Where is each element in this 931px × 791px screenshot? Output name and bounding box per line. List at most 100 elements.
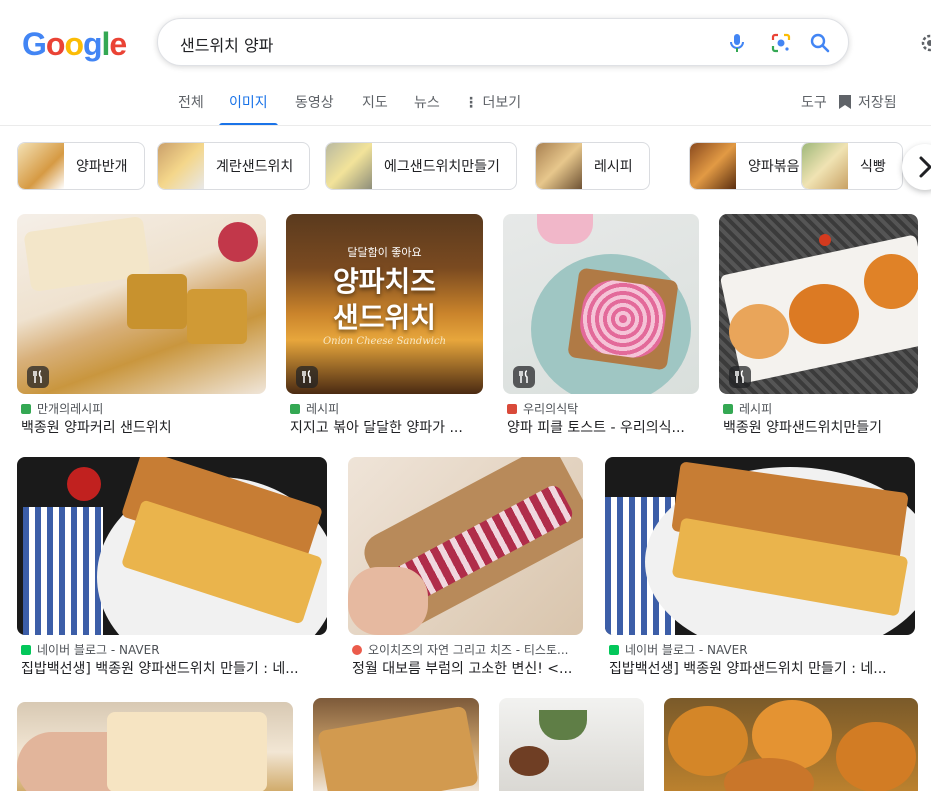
result-thumbnail: [17, 214, 266, 394]
result-title[interactable]: 백종원 양파커리 샌드위치: [21, 417, 266, 437]
recipe-icon: [27, 366, 49, 388]
gear-icon[interactable]: [918, 31, 931, 55]
site-favicon: [290, 403, 300, 414]
result-thumbnail: [17, 702, 293, 791]
result-source: 레시피: [723, 400, 772, 417]
camera-lens-icon[interactable]: [769, 31, 793, 55]
search-box[interactable]: 샌드위치 양파: [157, 18, 849, 66]
source-name: 네이버 블로그 - NAVER: [625, 643, 748, 657]
result-title[interactable]: 지지고 볶아 달달한 양파가 ...: [290, 417, 483, 437]
overlay-caption: 달달함이 좋아요: [347, 246, 422, 259]
more-vert-icon: ⋮: [464, 95, 478, 111]
image-result[interactable]: 달달함이 좋아요 양파치즈 샌드위치 Onion Cheese Sandwich…: [286, 214, 483, 439]
result-source: 우리의식탁: [507, 400, 578, 417]
result-source: 네이버 블로그 - NAVER: [21, 641, 160, 658]
source-name: 레시피: [306, 402, 340, 416]
result-thumbnail: [313, 698, 479, 791]
chip-stir-fried-onion[interactable]: 양파볶음: [689, 142, 817, 190]
result-source: 레시피: [290, 400, 339, 417]
mic-icon[interactable]: [725, 31, 749, 55]
result-title[interactable]: 집밥백선생] 백종원 양파샌드위치 만들기 : 네...: [21, 658, 327, 678]
logo-letter: G: [22, 26, 47, 62]
source-name: 우리의식탁: [523, 402, 579, 416]
tab-videos[interactable]: 동영상: [295, 92, 334, 126]
result-thumbnail: [17, 457, 327, 635]
result-title[interactable]: 백종원 양파샌드위치만들기: [723, 417, 918, 437]
overlay-title: 샌드위치: [332, 301, 437, 334]
google-logo[interactable]: Google: [22, 26, 127, 63]
tab-all[interactable]: 전체: [178, 92, 204, 126]
image-result[interactable]: [313, 698, 479, 791]
recipe-icon: [729, 366, 751, 388]
tab-news[interactable]: 뉴스: [414, 92, 440, 126]
chip-egg-sandwich[interactable]: 계란샌드위치: [157, 142, 311, 190]
saved-button[interactable]: 저장됨: [838, 92, 897, 112]
logo-letter: o: [45, 26, 66, 62]
chip-thumbnail: [802, 143, 848, 189]
chip-thumbnail: [536, 143, 582, 189]
source-name: 만개의레시피: [37, 402, 104, 416]
chips-next-button[interactable]: [902, 144, 931, 190]
result-thumbnail: [664, 698, 918, 791]
source-name: 네이버 블로그 - NAVER: [37, 643, 160, 657]
result-source: 만개의레시피: [21, 400, 103, 417]
source-name: 레시피: [739, 402, 773, 416]
chip-label: 식빵: [860, 159, 886, 175]
chip-label: 레시피: [594, 159, 633, 175]
recipe-icon: [513, 366, 535, 388]
chip-bread[interactable]: 식빵: [801, 142, 903, 190]
result-title[interactable]: 양파 피클 토스트 - 우리의식...: [507, 417, 699, 437]
chip-label: 양파반개: [76, 159, 128, 175]
site-favicon: [352, 644, 362, 655]
tab-images[interactable]: 이미지: [219, 92, 278, 126]
logo-letter: e: [109, 26, 127, 62]
logo-letter: g: [82, 26, 103, 62]
image-result[interactable]: 오이치즈의 자연 그리고 치즈 - 티스토... 정월 대보름 부럼의 고소한 …: [348, 457, 583, 682]
search-icon[interactable]: [808, 31, 832, 55]
image-result[interactable]: 우리의식탁 양파 피클 토스트 - 우리의식...: [503, 214, 699, 439]
result-source: 네이버 블로그 - NAVER: [609, 641, 748, 658]
image-result[interactable]: 레시피 백종원 양파샌드위치만들기: [719, 214, 918, 439]
chip-thumbnail: [158, 143, 204, 189]
tab-maps[interactable]: 지도: [362, 92, 388, 126]
image-result[interactable]: [664, 698, 918, 791]
result-thumbnail: [605, 457, 915, 635]
image-result[interactable]: [17, 702, 293, 791]
chip-egg-sandwich-howto[interactable]: 에그샌드위치만들기: [325, 142, 517, 190]
result-thumbnail: [499, 698, 644, 791]
site-favicon: [609, 644, 619, 655]
overlay-title: 양파치즈: [332, 265, 437, 298]
header-divider: [0, 125, 931, 126]
chip-thumbnail: [690, 143, 736, 189]
site-favicon: [21, 403, 31, 414]
saved-label: 저장됨: [858, 95, 897, 111]
result-thumbnail: [348, 457, 583, 635]
tools-button[interactable]: 도구: [801, 92, 827, 112]
image-result[interactable]: 네이버 블로그 - NAVER 집밥백선생] 백종원 양파샌드위치 만들기 : …: [605, 457, 915, 682]
site-favicon: [507, 403, 517, 414]
chip-thumbnail: [326, 143, 372, 189]
chip-thumbnail: [18, 143, 64, 189]
result-title[interactable]: 정월 대보름 부럼의 고소한 변신! <...: [352, 658, 583, 678]
chip-recipe[interactable]: 레시피: [535, 142, 650, 190]
image-result[interactable]: 네이버 블로그 - NAVER 집밥백선생] 백종원 양파샌드위치 만들기 : …: [17, 457, 327, 682]
source-name: 오이치즈의 자연 그리고 치즈 - 티스토...: [368, 643, 569, 657]
search-input[interactable]: 샌드위치 양파: [180, 32, 273, 56]
image-result[interactable]: 만개의레시피 백종원 양파커리 샌드위치: [17, 214, 266, 439]
tab-more-label: 더보기: [482, 95, 522, 111]
logo-letter: o: [64, 26, 84, 62]
site-favicon: [723, 403, 733, 414]
chip-onion-half[interactable]: 양파반개: [17, 142, 145, 190]
logo-letter: l: [101, 26, 111, 62]
recipe-icon: [296, 366, 318, 388]
bookmark-icon: [839, 95, 851, 109]
chevron-right-icon: [919, 156, 931, 178]
chip-label: 에그샌드위치만들기: [384, 159, 500, 175]
result-source: 오이치즈의 자연 그리고 치즈 - 티스토...: [352, 641, 568, 658]
image-result[interactable]: [499, 698, 644, 791]
site-favicon: [21, 644, 31, 655]
result-title[interactable]: 집밥백선생] 백종원 양파샌드위치 만들기 : 네...: [609, 658, 915, 678]
tab-more[interactable]: ⋮ 더보기: [464, 92, 521, 126]
overlay-caption: Onion Cheese Sandwich: [322, 336, 447, 347]
chip-label: 계란샌드위치: [216, 159, 294, 175]
